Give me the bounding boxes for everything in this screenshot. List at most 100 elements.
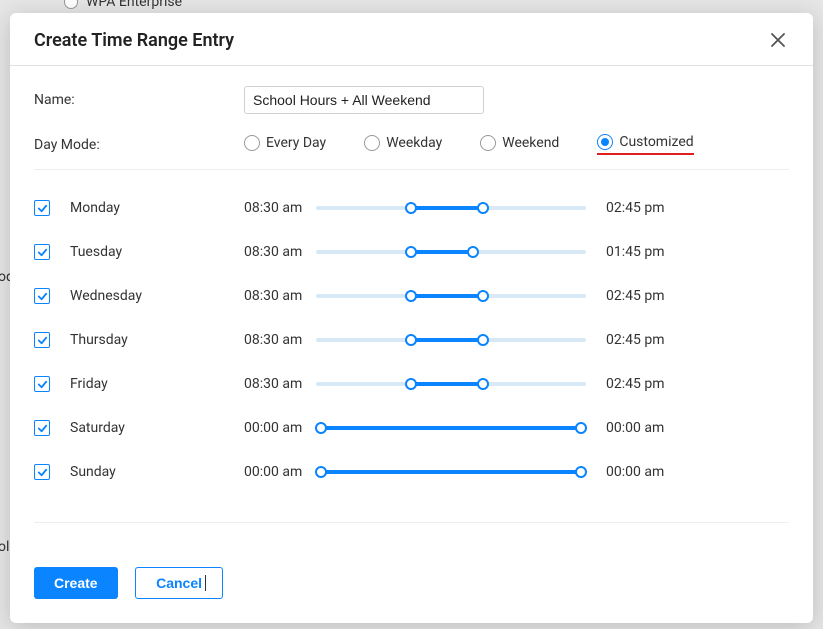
day-checkbox[interactable]	[34, 288, 50, 304]
slider-handle-start[interactable]	[405, 334, 417, 346]
slider-handle-end[interactable]	[575, 466, 587, 478]
radio-weekday[interactable]: Weekday	[364, 135, 442, 155]
day-label: Tuesday	[70, 244, 244, 260]
end-time: 02:45 pm	[586, 332, 676, 348]
radio-icon	[244, 135, 260, 151]
slider-handle-start[interactable]	[315, 422, 327, 434]
day-label: Wednesday	[70, 288, 244, 304]
day-row: Tuesday08:30 am01:45 pm	[34, 230, 789, 274]
slider-fill	[411, 382, 484, 386]
day-check-cell	[34, 332, 70, 348]
text-cursor	[205, 575, 206, 591]
name-row: Name:	[34, 86, 789, 114]
slider-handle-end[interactable]	[575, 422, 587, 434]
slider-fill	[411, 338, 484, 342]
radio-every-day[interactable]: Every Day	[244, 135, 326, 155]
radio-label: Weekday	[386, 135, 442, 151]
check-icon	[37, 335, 48, 346]
time-range-slider[interactable]	[316, 330, 586, 350]
day-row: Saturday00:00 am00:00 am	[34, 406, 789, 450]
day-checkbox[interactable]	[34, 420, 50, 436]
end-time: 02:45 pm	[586, 200, 676, 216]
check-icon	[37, 423, 48, 434]
radio-icon	[480, 135, 496, 151]
start-time: 08:30 am	[244, 376, 316, 392]
start-time: 08:30 am	[244, 244, 316, 260]
day-label: Monday	[70, 200, 244, 216]
radio-weekend[interactable]: Weekend	[480, 135, 559, 155]
divider	[34, 169, 789, 170]
slider-handle-end[interactable]	[477, 202, 489, 214]
day-checkbox[interactable]	[34, 244, 50, 260]
bg-radio-option: WPA Enterprise	[64, 0, 182, 10]
slider-handle-end[interactable]	[477, 290, 489, 302]
slider-fill	[411, 294, 484, 298]
slider-handle-end[interactable]	[467, 246, 479, 258]
day-row: Sunday00:00 am00:00 am	[34, 450, 789, 494]
day-check-cell	[34, 464, 70, 480]
cancel-button[interactable]: Cancel	[135, 567, 223, 599]
modal-body: Name: Day Mode: Every Day Weekday	[10, 66, 813, 522]
modal-title: Create Time Range Entry	[34, 30, 234, 51]
slider-handle-end[interactable]	[477, 378, 489, 390]
radio-icon	[364, 135, 380, 151]
footer-divider	[34, 522, 789, 523]
radio-label: Customized	[619, 134, 693, 150]
check-icon	[37, 467, 48, 478]
check-icon	[37, 203, 48, 214]
check-icon	[37, 247, 48, 258]
time-range-slider[interactable]	[316, 198, 586, 218]
end-time: 00:00 am	[586, 464, 676, 480]
check-icon	[37, 379, 48, 390]
slider-handle-end[interactable]	[477, 334, 489, 346]
day-label: Friday	[70, 376, 244, 392]
time-range-slider[interactable]	[316, 242, 586, 262]
modal-footer: Create Cancel	[10, 522, 813, 623]
close-icon	[771, 33, 785, 47]
end-time: 02:45 pm	[586, 376, 676, 392]
slider-handle-start[interactable]	[405, 246, 417, 258]
bg-radio-label: WPA Enterprise	[86, 0, 182, 10]
radio-icon	[597, 134, 613, 150]
slider-handle-start[interactable]	[315, 466, 327, 478]
day-mode-radio-group: Every Day Weekday Weekend Customized	[244, 134, 694, 155]
start-time: 08:30 am	[244, 200, 316, 216]
name-label: Name:	[34, 92, 244, 108]
day-label: Thursday	[70, 332, 244, 348]
day-row: Friday08:30 am 02:45 pm	[34, 362, 789, 406]
day-mode-label: Day Mode:	[34, 137, 244, 153]
day-check-cell	[34, 200, 70, 216]
radio-customized[interactable]: Customized	[597, 134, 693, 155]
day-check-cell	[34, 376, 70, 392]
time-range-slider[interactable]	[316, 418, 586, 438]
day-rows-container: Monday08:30 am02:45 pmTuesday08:30 am01:…	[34, 180, 789, 494]
modal-header: Create Time Range Entry	[10, 13, 813, 66]
end-time: 02:45 pm	[586, 288, 676, 304]
close-button[interactable]	[767, 29, 789, 51]
time-range-slider[interactable]	[316, 462, 586, 482]
day-check-cell	[34, 244, 70, 260]
day-checkbox[interactable]	[34, 464, 50, 480]
day-checkbox[interactable]	[34, 200, 50, 216]
day-checkbox[interactable]	[34, 376, 50, 392]
day-row: Wednesday08:30 am 02:45 pm	[34, 274, 789, 318]
day-check-cell	[34, 288, 70, 304]
slider-handle-start[interactable]	[405, 290, 417, 302]
slider-fill	[321, 470, 580, 474]
name-input[interactable]	[244, 86, 484, 114]
day-label: Saturday	[70, 420, 244, 436]
slider-fill	[321, 426, 580, 430]
create-time-range-modal: Create Time Range Entry Name: Day Mode: …	[10, 13, 813, 623]
slider-handle-start[interactable]	[405, 378, 417, 390]
start-time: 08:30 am	[244, 288, 316, 304]
cancel-button-label: Cancel	[156, 575, 202, 591]
day-check-cell	[34, 420, 70, 436]
create-button[interactable]: Create	[34, 567, 118, 599]
slider-fill	[411, 250, 473, 254]
time-range-slider[interactable]	[316, 374, 586, 394]
day-checkbox[interactable]	[34, 332, 50, 348]
bg-text-fragment-2: ol	[0, 539, 9, 555]
day-label: Sunday	[70, 464, 244, 480]
time-range-slider[interactable]	[316, 286, 586, 306]
slider-handle-start[interactable]	[405, 202, 417, 214]
